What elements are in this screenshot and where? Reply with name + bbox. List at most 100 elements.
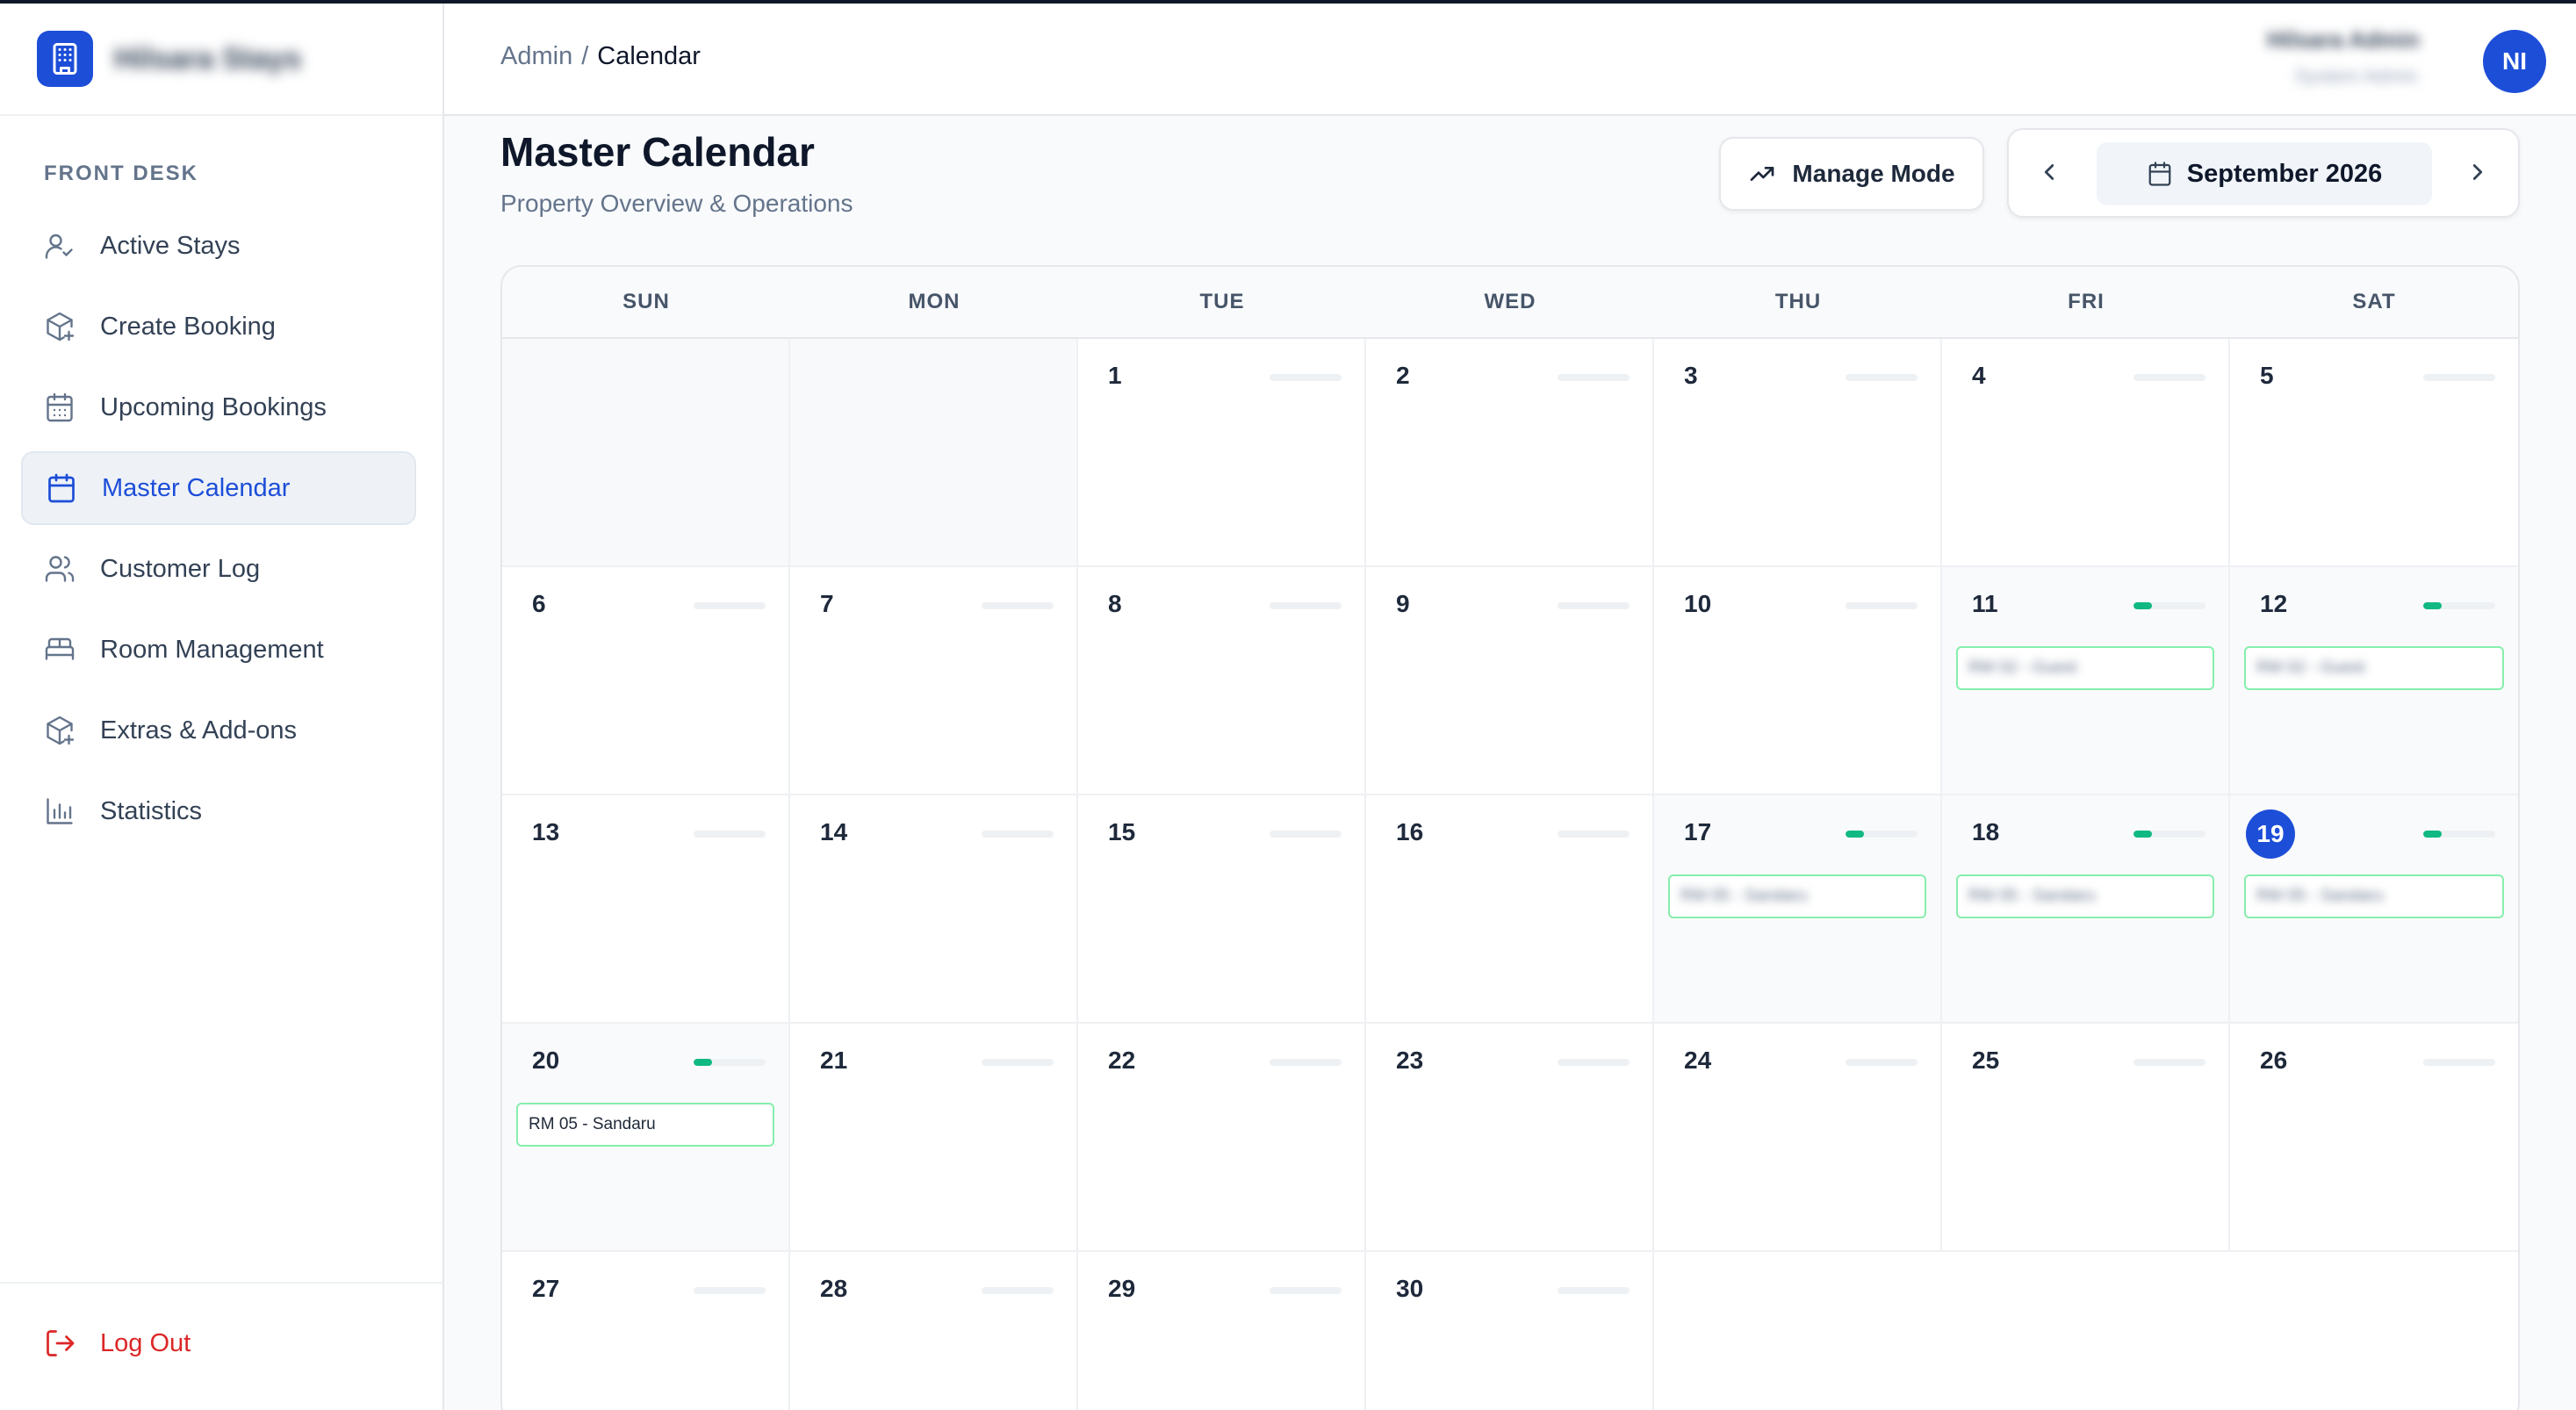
sidebar-item-customer-log[interactable]: Customer Log	[21, 532, 416, 606]
booking-chip[interactable]: RM 05 - Sandaru	[1956, 874, 2214, 918]
day-number: 3	[1684, 362, 1698, 389]
package-plus-icon	[42, 713, 77, 748]
sidebar-item-upcoming-bookings[interactable]: Upcoming Bookings	[21, 370, 416, 444]
calendar-day-cell[interactable]: 27	[502, 1252, 790, 1410]
occupancy-bar	[2133, 1059, 2205, 1066]
calendar-day-cell[interactable]: 2	[1366, 339, 1654, 567]
breadcrumb-root[interactable]: Admin	[500, 42, 572, 70]
calendar-day-cell[interactable]: 10	[1654, 567, 1942, 795]
booking-chip[interactable]: RM 02 - Guest	[1956, 646, 2214, 690]
calendar-day-cell[interactable]: 8	[1078, 567, 1366, 795]
calendar-day-cell[interactable]: 5	[2230, 339, 2518, 567]
calendar-day-cell[interactable]: 23	[1366, 1024, 1654, 1252]
day-number: 24	[1684, 1047, 1712, 1074]
occupancy-bar	[2423, 831, 2495, 838]
day-number: 9	[1396, 590, 1410, 617]
day-number: 20	[532, 1047, 560, 1074]
calendar-cell-empty	[502, 339, 790, 567]
booking-chip[interactable]: RM 05 - Sandaru	[1668, 874, 1926, 918]
day-number: 11	[1972, 590, 1998, 617]
booking-label: RM 05 - Sandaru	[2256, 887, 2384, 905]
day-number: 16	[1396, 818, 1424, 845]
calendar-day-cell[interactable]: 14	[790, 795, 1078, 1024]
next-month-button[interactable]	[2455, 151, 2500, 197]
breadcrumb-current: Calendar	[597, 42, 701, 70]
day-number: 13	[532, 818, 560, 845]
month-navigator: September 2026	[2007, 128, 2520, 218]
occupancy-bar	[982, 602, 1054, 609]
weekday-label: FRI	[2068, 290, 2105, 313]
weekday-label: WED	[1484, 290, 1536, 313]
sidebar-item-label: Create Booking	[100, 312, 276, 341]
calendar-day-cell[interactable]: 16	[1366, 795, 1654, 1024]
calendar-day-cell[interactable]: 25	[1942, 1024, 2230, 1252]
calendar-day-cell[interactable]: 6	[502, 567, 790, 795]
booking-chip[interactable]: RM 02 - Guest	[2244, 646, 2504, 690]
occupancy-fill	[1846, 831, 1864, 838]
calendar-day-cell[interactable]: 18 RM 05 - Sandaru	[1942, 795, 2230, 1024]
avatar[interactable]: NI	[2483, 30, 2546, 93]
calendar-day-cell[interactable]: 26	[2230, 1024, 2518, 1252]
sidebar-item-master-calendar[interactable]: Master Calendar	[21, 451, 416, 525]
sidebar-item-room-management[interactable]: Room Management	[21, 613, 416, 687]
calendar-cell-blank	[2230, 1252, 2518, 1410]
calendar-day-cell[interactable]: 19 RM 05 - Sandaru	[2230, 795, 2518, 1024]
calendar-day-cell[interactable]: 17 RM 05 - Sandaru	[1654, 795, 1942, 1024]
manage-mode-button[interactable]: Manage Mode	[1719, 137, 1984, 211]
month-picker[interactable]: September 2026	[2097, 142, 2432, 205]
day-number: 1	[1108, 362, 1122, 389]
calendar-day-cell[interactable]: 13	[502, 795, 790, 1024]
booking-chip[interactable]: RM 05 - Sandaru	[516, 1103, 774, 1147]
sidebar-item-statistics[interactable]: Statistics	[21, 774, 416, 848]
users-icon	[42, 551, 77, 586]
calendar-day-cell[interactable]: 15	[1078, 795, 1366, 1024]
logout-button[interactable]: Log Out	[42, 1326, 191, 1361]
sidebar-item-active-stays[interactable]: Active Stays	[21, 209, 416, 283]
calendar-day-cell[interactable]: 20 RM 05 - Sandaru	[502, 1024, 790, 1252]
calendar-day-cell[interactable]: 21	[790, 1024, 1078, 1252]
calendar-day-cell[interactable]: 7	[790, 567, 1078, 795]
building-icon	[37, 31, 93, 87]
user-role: System Admin	[2294, 65, 2418, 87]
package-plus-icon	[42, 309, 77, 344]
calendar-day-cell[interactable]: 28	[790, 1252, 1078, 1410]
brand[interactable]: Hilsara Stays	[0, 4, 443, 116]
calendar-day-cell[interactable]: 12 RM 02 - Guest	[2230, 567, 2518, 795]
master-calendar: SUN MON TUE WED THU FRI SAT 1 2 3 4 5 6 7 8 9 10 1…	[500, 265, 2520, 1410]
day-number: 6	[532, 590, 546, 617]
occupancy-bar	[694, 602, 766, 609]
brand-name: Hilsara Stays	[114, 41, 302, 76]
calendar-day-cell[interactable]: 29	[1078, 1252, 1366, 1410]
weekday-label: SUN	[622, 290, 670, 313]
occupancy-bar	[1270, 831, 1342, 838]
calendar-day-cell[interactable]: 4	[1942, 339, 2230, 567]
occupancy-bar	[982, 831, 1054, 838]
booking-chip[interactable]: RM 05 - Sandaru	[2244, 874, 2504, 918]
sidebar-footer: Log Out	[0, 1282, 443, 1410]
trending-up-icon	[1748, 160, 1776, 188]
calendar-day-cell[interactable]: 22	[1078, 1024, 1366, 1252]
calendar-day-cell[interactable]: 11 RM 02 - Guest	[1942, 567, 2230, 795]
calendar-cell-blank	[1654, 1252, 1942, 1410]
day-number: 23	[1396, 1047, 1424, 1074]
prev-month-button[interactable]	[2026, 151, 2072, 197]
day-number: 18	[1972, 818, 2000, 845]
calendar-day-cell[interactable]: 30	[1366, 1252, 1654, 1410]
calendar-day-cell[interactable]: 3	[1654, 339, 1942, 567]
occupancy-bar	[982, 1287, 1054, 1294]
day-number: 8	[1108, 590, 1122, 617]
day-number: 17	[1684, 818, 1712, 845]
calendar-day-cell[interactable]: 9	[1366, 567, 1654, 795]
calendar-day-cell[interactable]: 24	[1654, 1024, 1942, 1252]
day-number: 4	[1972, 362, 1986, 389]
breadcrumb: Admin / Calendar	[500, 42, 701, 71]
top-header: Admin / Calendar Hilsara Admin System Admi…	[444, 4, 2576, 116]
weekday-label: TUE	[1199, 290, 1245, 313]
day-number: 28	[820, 1275, 848, 1302]
sidebar-item-label: Customer Log	[100, 554, 261, 583]
calendar-day-cell[interactable]: 1	[1078, 339, 1366, 567]
day-number: 30	[1396, 1275, 1424, 1302]
section-label-front-desk: FRONT DESK	[44, 162, 198, 185]
sidebar-item-create-booking[interactable]: Create Booking	[21, 290, 416, 363]
sidebar-item-extras-add-ons[interactable]: Extras & Add-ons	[21, 694, 416, 767]
